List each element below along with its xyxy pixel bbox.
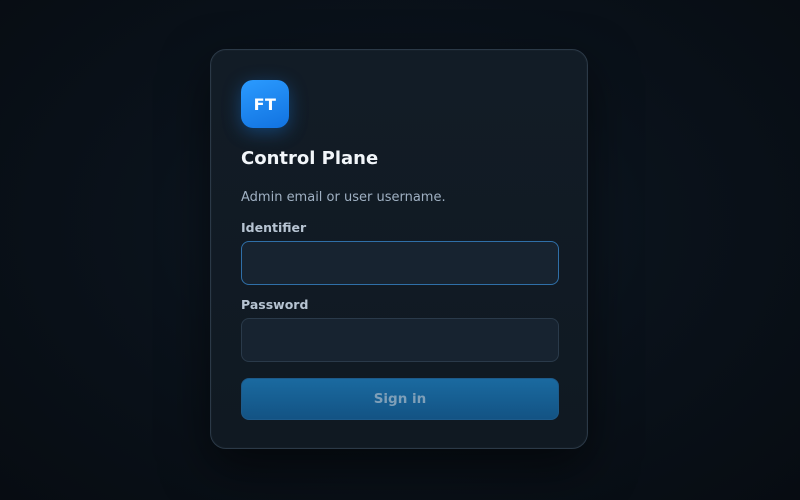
login-card: FT Control Plane Admin email or user use… [210,49,588,449]
logo-text: FT [253,94,277,114]
page-title: Control Plane [241,148,379,169]
identifier-label: Identifier [241,220,307,235]
password-label: Password [241,297,309,312]
sign-in-button[interactable]: Sign in [241,378,559,420]
login-subtitle: Admin email or user username. [241,190,446,205]
identifier-input[interactable] [241,241,559,285]
app-logo: FT [241,80,289,128]
password-input[interactable] [241,318,559,362]
